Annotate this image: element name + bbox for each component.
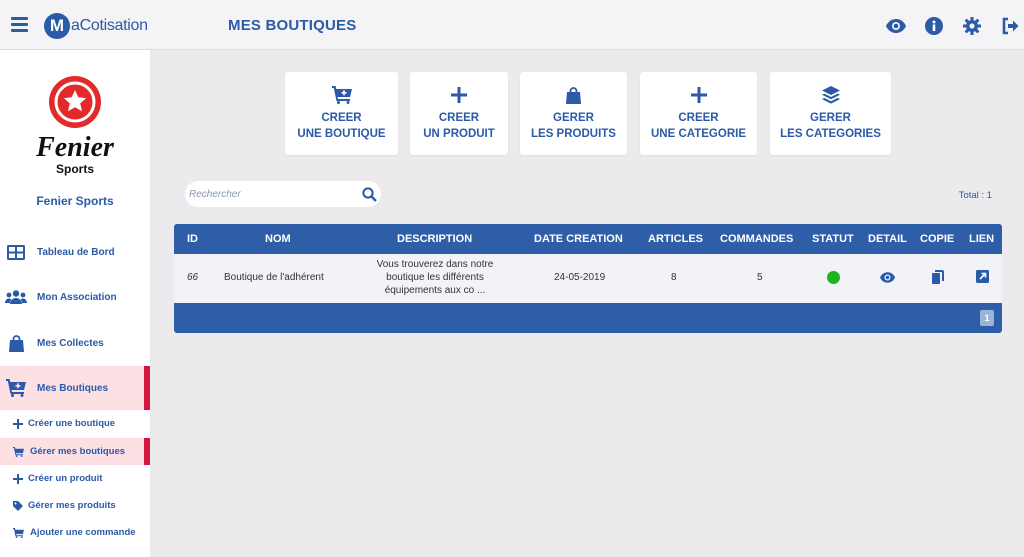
subitem-creer-boutique[interactable]: Créer une boutique xyxy=(0,410,150,437)
eye-icon[interactable] xyxy=(886,16,906,36)
subitem-label: Créer un produit xyxy=(28,473,103,484)
pagination-page[interactable]: 1 xyxy=(980,310,994,326)
subitem-label: Gérer mes boutiques xyxy=(30,446,126,457)
col-date-creation[interactable]: DATE CREATION xyxy=(534,233,623,245)
app-logo-mark: M xyxy=(44,13,70,39)
subitem-label: Créer une boutique xyxy=(28,418,116,429)
sidebar-item-boutiques[interactable]: Mes Boutiques xyxy=(0,366,150,410)
eye-icon[interactable] xyxy=(880,272,895,286)
top-bar: M aCotisation MES BOUTIQUES xyxy=(0,0,1024,50)
cell-id: 66 xyxy=(187,272,199,283)
cell-nom: Boutique de l'adhérent xyxy=(224,272,324,283)
card-label-line2: UNE BOUTIQUE xyxy=(297,128,386,140)
card-label-line1: CREER xyxy=(438,112,480,124)
subitem-gerer-produits[interactable]: Gérer mes produits xyxy=(0,492,150,519)
manage-products-button[interactable]: GERER LES PRODUITS xyxy=(520,72,627,155)
tag-icon xyxy=(12,500,24,512)
sidebar: Fenier Sports Fenier Sports Tableau de B… xyxy=(0,50,150,557)
svg-text:Fenier: Fenier xyxy=(35,132,115,163)
shops-table: ID NOM DESCRIPTION DATE CREATION ARTICLE… xyxy=(174,224,1002,333)
app-logo-text: aCotisation xyxy=(71,17,148,34)
dashboard-icon xyxy=(5,241,27,263)
card-label-line1: CREER xyxy=(321,112,362,124)
card-label-line1: GERER xyxy=(810,112,851,124)
menu-icon[interactable] xyxy=(11,17,28,32)
page-title: MES BOUTIQUES xyxy=(228,17,357,34)
users-icon xyxy=(5,286,27,308)
cart-icon xyxy=(5,377,27,399)
plus-icon xyxy=(12,418,24,430)
logout-icon[interactable] xyxy=(1000,16,1020,36)
cell-date: 24-05-2019 xyxy=(554,272,606,283)
bag-icon xyxy=(5,332,27,354)
info-icon[interactable] xyxy=(924,16,944,36)
sidebar-item-label: Tableau de Bord xyxy=(37,246,115,258)
bag-icon xyxy=(566,84,581,106)
subitem-label: Ajouter une commande xyxy=(30,527,136,538)
cell-commandes: 5 xyxy=(757,272,763,283)
plus-icon xyxy=(451,84,467,106)
col-commandes[interactable]: COMMANDES xyxy=(720,233,793,245)
col-nom[interactable]: NOM xyxy=(265,233,291,245)
top-actions xyxy=(886,16,1020,36)
col-statut[interactable]: STATUT xyxy=(812,233,854,245)
gear-icon[interactable] xyxy=(962,16,982,36)
external-link-icon[interactable] xyxy=(976,270,989,286)
col-description[interactable]: DESCRIPTION xyxy=(397,233,472,245)
brand-logo: Fenier Sports xyxy=(20,72,130,182)
sidebar-item-dashboard[interactable]: Tableau de Bord xyxy=(0,230,150,274)
sidebar-item-label: Mes Boutiques xyxy=(37,382,109,394)
col-detail[interactable]: DETAIL xyxy=(868,233,907,245)
create-product-button[interactable]: CREER UN PRODUIT xyxy=(410,72,508,155)
subitem-gerer-boutiques[interactable]: Gérer mes boutiques xyxy=(0,438,150,465)
subitem-creer-produit[interactable]: Créer un produit xyxy=(0,465,150,492)
layers-icon xyxy=(821,84,840,106)
create-category-button[interactable]: CREER UNE CATEGORIE xyxy=(640,72,757,155)
col-copie[interactable]: COPIE xyxy=(920,233,954,245)
brand-name: Fenier Sports xyxy=(36,194,114,208)
plus-icon xyxy=(690,84,707,106)
col-lien[interactable]: LIEN xyxy=(969,233,994,245)
svg-text:Sports: Sports xyxy=(56,162,94,176)
plus-icon xyxy=(12,473,24,485)
total-count: Total : 1 xyxy=(958,190,992,201)
search-box xyxy=(185,181,381,207)
cell-articles: 8 xyxy=(671,272,677,283)
subitem-label: Gérer mes produits xyxy=(28,500,116,511)
card-label-line2: LES PRODUITS xyxy=(531,128,616,140)
table-row: 66 Boutique de l'adhérent Vous trouverez… xyxy=(174,254,1002,303)
create-shop-button[interactable]: CREER UNE BOUTIQUE xyxy=(285,72,398,155)
description-line2: boutique les différents xyxy=(386,272,484,283)
card-label-line1: GERER xyxy=(553,112,594,124)
manage-categories-button[interactable]: GERER LES CATEGORIES xyxy=(770,72,891,155)
card-label-line2: UNE CATEGORIE xyxy=(651,128,746,140)
sidebar-item-collectes[interactable]: Mes Collectes xyxy=(0,321,150,365)
sidebar-item-label: Mes Collectes xyxy=(37,337,104,349)
col-articles[interactable]: ARTICLES xyxy=(648,233,703,245)
subitem-ajouter-commande[interactable]: Ajouter une commande xyxy=(0,519,150,546)
table-header: ID NOM DESCRIPTION DATE CREATION ARTICLE… xyxy=(174,224,1002,254)
status-indicator xyxy=(827,271,840,284)
sidebar-item-association[interactable]: Mon Association xyxy=(0,275,150,319)
cart-icon xyxy=(12,446,24,458)
cell-description: Vous trouverez dans notre boutique les d… xyxy=(360,258,510,297)
description-line1: Vous trouverez dans notre xyxy=(376,259,494,270)
copy-icon[interactable] xyxy=(932,270,944,287)
search-icon[interactable] xyxy=(360,185,378,203)
search-input[interactable] xyxy=(189,185,349,203)
description-line3: équipements aux co ... xyxy=(384,285,486,296)
col-id[interactable]: ID xyxy=(187,233,198,245)
cart-plus-icon xyxy=(331,84,352,106)
app-logo[interactable]: M aCotisation xyxy=(44,12,148,40)
card-label-line2: LES CATEGORIES xyxy=(780,128,881,140)
sidebar-item-label: Mon Association xyxy=(37,291,117,303)
card-label-line1: CREER xyxy=(678,112,719,124)
cart-icon xyxy=(12,527,24,539)
card-label-line2: UN PRODUIT xyxy=(423,128,495,140)
